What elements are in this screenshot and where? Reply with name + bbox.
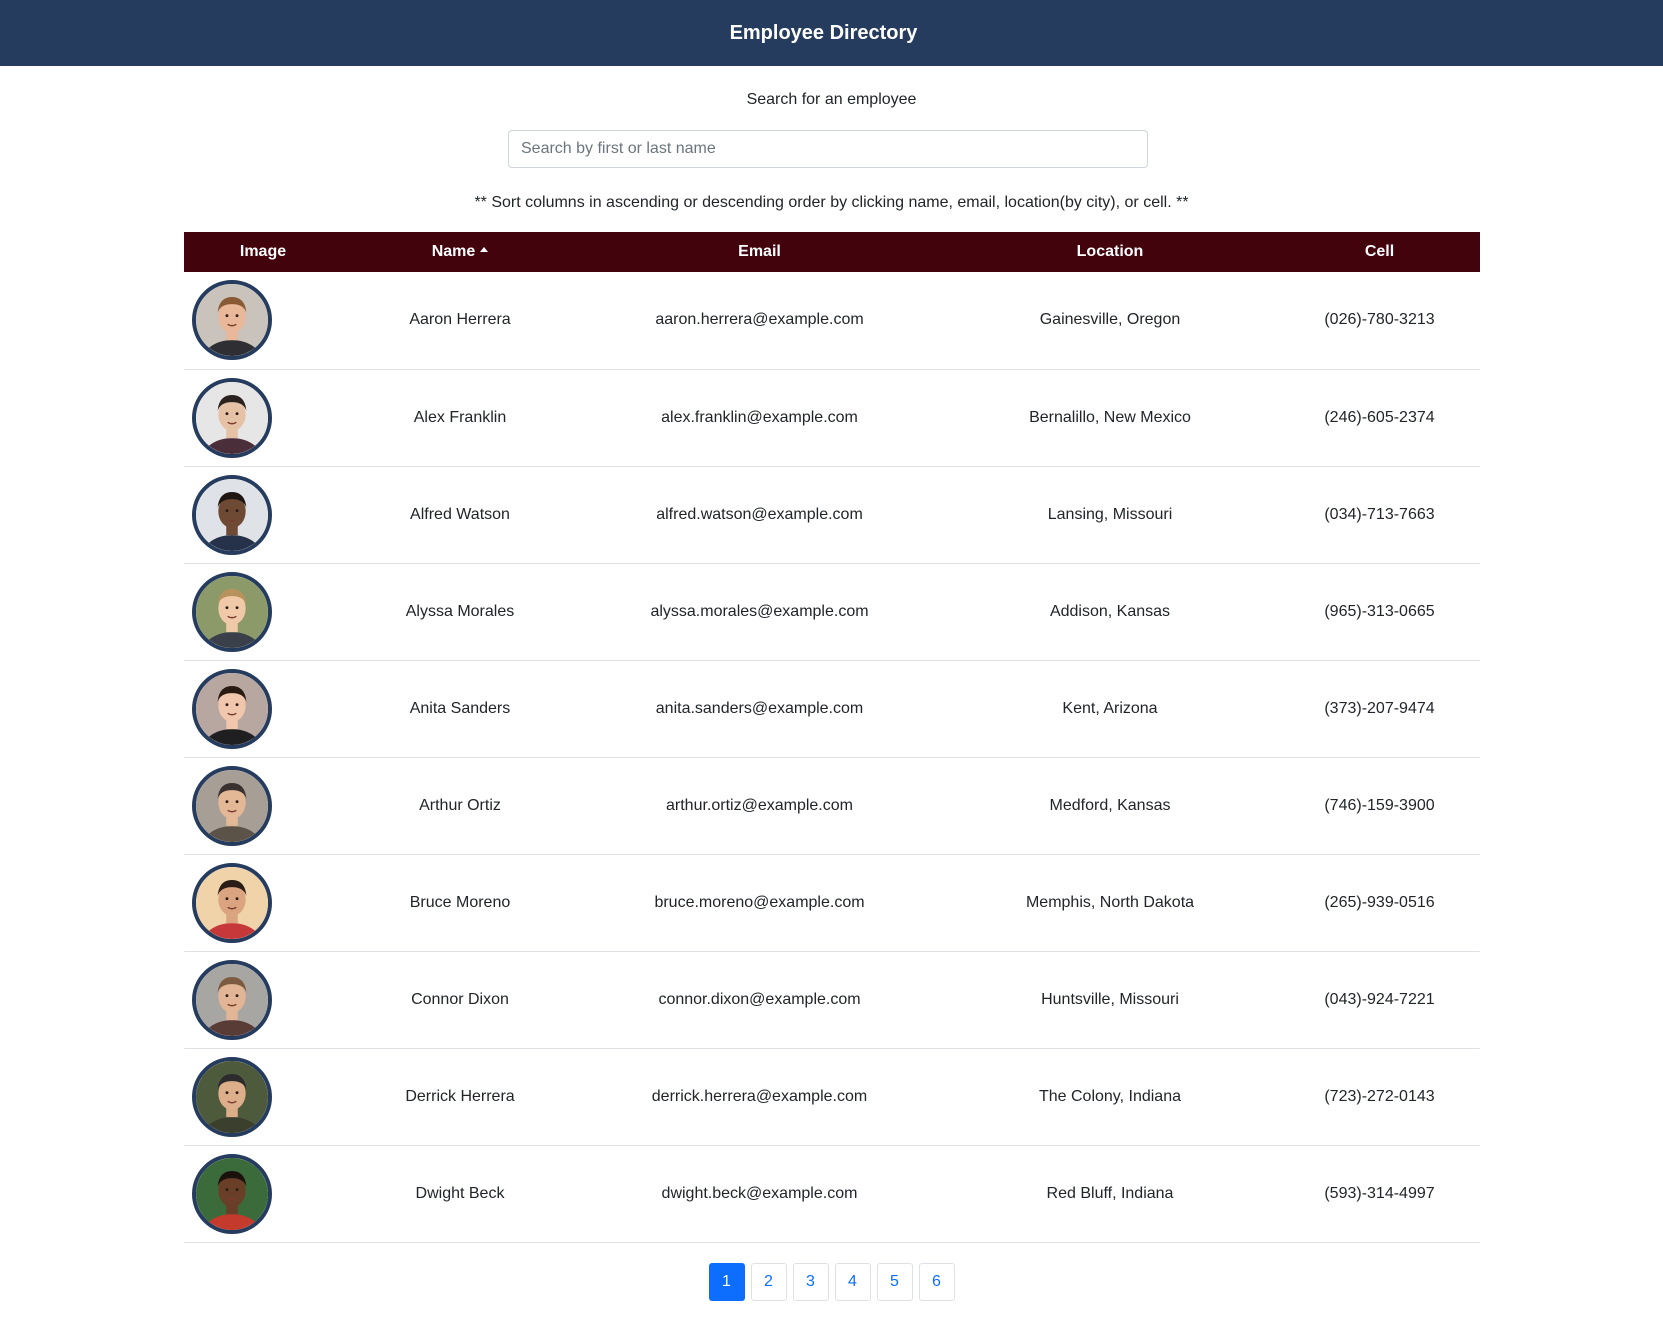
column-header-location[interactable]: Location [941,232,1279,272]
column-header-cell[interactable]: Cell [1279,232,1480,272]
employee-avatar [192,959,272,1040]
employee-name: Anita Sanders [409,699,511,717]
employee-cell: (043)-924-7221 [1324,990,1435,1008]
employee-image-cell [184,1048,342,1145]
page-button-1[interactable]: 1 [708,1263,745,1301]
top-bar: Employee Directory [0,0,1663,66]
table-row: Dwight Beck dwight.beck@example.com Red Bl… [184,1145,1480,1242]
employee-avatar [192,571,272,652]
sort-ascending-icon [480,247,489,252]
sort-instructions: ** Sort columns in ascending or descendi… [474,194,1189,211]
page-button-6[interactable]: 6 [918,1263,955,1301]
column-header-name[interactable]: Name [342,232,578,272]
employee-email: alyssa.morales@example.com [650,602,869,620]
employee-name: Aaron Herrera [409,311,511,329]
employee-cell: (723)-272-0143 [1324,1087,1435,1105]
employee-location: The Colony, Indiana [1038,1087,1181,1105]
employee-avatar [192,474,272,555]
employee-name: Alfred Watson [410,505,510,523]
employee-image-cell [184,466,342,563]
table-row: Aaron Herrera aaron.herrera@example.com Ga… [184,272,1480,369]
column-header-name-label: Name [431,243,476,260]
employee-name: Bruce Moreno [409,893,511,911]
table-row: Derrick Herrera derrick.herrera@example.c… [184,1048,1480,1145]
column-header-cell-label: Cell [1364,243,1395,260]
employee-name: Dwight Beck [415,1184,505,1202]
column-header-location-label: Location [1076,243,1144,260]
employee-location: Lansing, Missouri [1047,505,1173,523]
employee-image-cell [184,660,342,757]
table-header-row: Image Name Email Location Cell [184,232,1480,272]
employee-avatar [192,280,272,361]
column-header-email[interactable]: Email [578,232,941,272]
employee-table: Image Name Email Location Cell Aaron Her… [184,232,1480,1243]
employee-email: anita.sanders@example.com [655,699,864,717]
page-title: Employee Directory [729,21,918,44]
employee-name: Arthur Ortiz [419,796,501,814]
table-row: Connor Dixon connor.dixon@example.com Hunt… [184,951,1480,1048]
employee-avatar [192,377,272,458]
employee-cell: (593)-314-4997 [1324,1184,1435,1202]
table-row: Arthur Ortiz arthur.ortiz@example.com Medf… [184,757,1480,854]
employee-name: Alex Franklin [413,408,507,426]
employee-location: Kent, Arizona [1062,699,1158,717]
search-input[interactable] [508,130,1148,168]
employee-email: bruce.moreno@example.com [654,893,865,911]
page-button-4[interactable]: 4 [834,1263,871,1301]
employee-image-cell [184,757,342,854]
employee-avatar [192,668,272,749]
table-row: Alfred Watson alfred.watson@example.com La… [184,466,1480,563]
table-row: Alex Franklin alex.franklin@example.com Be… [184,369,1480,466]
employee-cell: (265)-939-0516 [1324,893,1435,911]
table-row: Alyssa Morales alyssa.morales@example.com… [184,563,1480,660]
employee-avatar [192,1056,272,1137]
employee-cell: (373)-207-9474 [1324,699,1435,717]
employee-cell: (746)-159-3900 [1324,796,1435,814]
employee-location: Medford, Kansas [1049,796,1171,814]
page-button-2[interactable]: 2 [750,1263,787,1301]
employee-cell: (965)-313-0665 [1324,602,1435,620]
employee-cell: (026)-780-3213 [1324,311,1435,329]
employee-name: Derrick Herrera [405,1087,515,1105]
employee-location: Bernalillo, New Mexico [1029,408,1191,426]
employee-location: Memphis, North Dakota [1025,893,1195,911]
employee-location: Red Bluff, Indiana [1046,1184,1174,1202]
table-row: Bruce Moreno bruce.moreno@example.com Memp… [184,854,1480,951]
employee-email: aaron.herrera@example.com [655,311,864,329]
employee-image-cell [184,854,342,951]
employee-avatar [192,862,272,943]
page-button-5[interactable]: 5 [876,1263,913,1301]
employee-cell: (034)-713-7663 [1324,505,1435,523]
employee-image-cell [184,563,342,660]
column-header-image: Image [239,243,287,260]
search-label: Search for an employee [746,91,917,108]
employee-location: Gainesville, Oregon [1039,311,1181,329]
employee-location: Addison, Kansas [1049,602,1171,620]
employee-image-cell [184,951,342,1048]
employee-email: alfred.watson@example.com [656,505,863,523]
employee-image-cell [184,1145,342,1242]
column-header-email-label: Email [738,243,781,260]
pagination: 123456 [0,1263,1663,1301]
table-body: Aaron Herrera aaron.herrera@example.com Ga… [184,272,1480,1242]
employee-email: derrick.herrera@example.com [651,1087,868,1105]
employee-email: connor.dixon@example.com [658,990,861,1008]
employee-image-cell [184,369,342,466]
employee-email: dwight.beck@example.com [661,1184,858,1202]
table-row: Anita Sanders anita.sanders@example.com Ke… [184,660,1480,757]
employee-avatar [192,765,272,846]
employee-email: alex.franklin@example.com [661,408,858,426]
employee-avatar [192,1153,272,1234]
employee-table-container: Image Name Email Location Cell Aaron Her… [184,232,1480,1243]
employee-image-cell [184,272,342,369]
employee-cell: (246)-605-2374 [1324,408,1435,426]
employee-name: Alyssa Morales [405,602,515,620]
employee-location: Huntsville, Missouri [1041,990,1179,1008]
employee-name: Connor Dixon [411,990,509,1008]
page-button-3[interactable]: 3 [792,1263,829,1301]
employee-email: arthur.ortiz@example.com [666,796,853,814]
